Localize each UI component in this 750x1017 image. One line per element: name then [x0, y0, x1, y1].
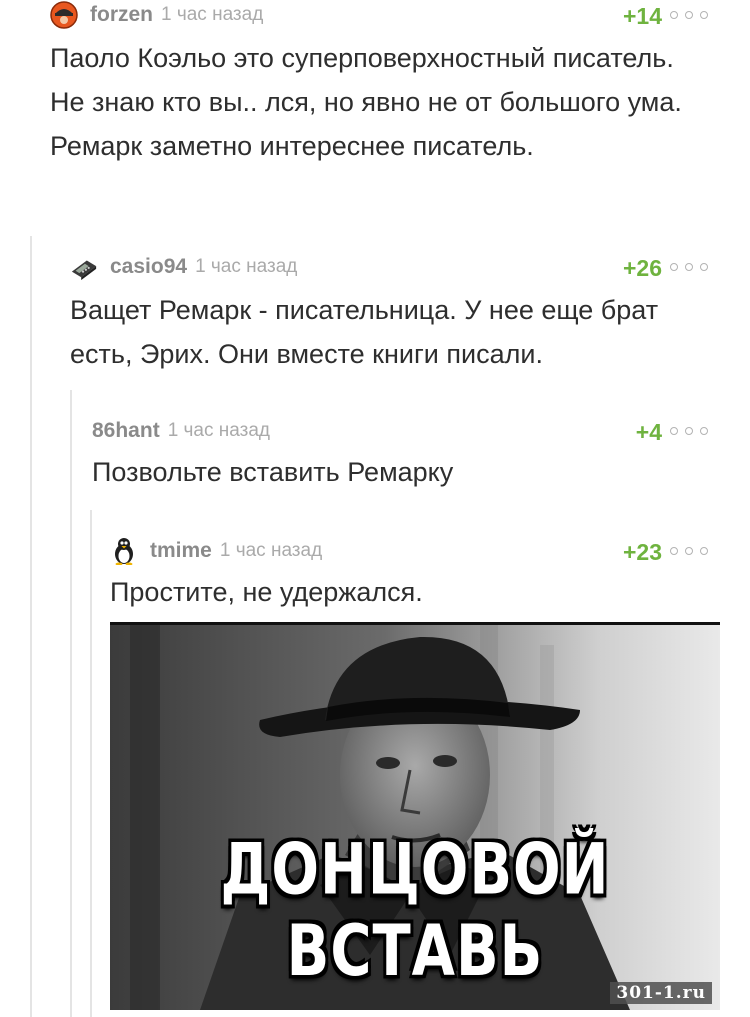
thread-line-level-2 [70, 390, 72, 1017]
watermark-logo: 301-1.ru [610, 982, 712, 1004]
more-options-icon[interactable] [670, 427, 708, 437]
meme-caption: ДОНЦОВОЙ ВСТАВЬ [220, 829, 610, 993]
more-options-icon[interactable] [670, 263, 708, 273]
more-options-icon[interactable] [670, 547, 708, 557]
penguin-avatar-icon[interactable] [110, 537, 138, 565]
comment: 86hant 1 час назад +4 Позвольте вставить… [92, 418, 708, 494]
comment-author[interactable]: casio94 [110, 255, 187, 279]
comment-time[interactable]: 1 час назад [220, 540, 322, 562]
calculator-avatar-icon[interactable] [70, 253, 98, 281]
comment-header: tmime 1 час назад +23 [110, 537, 708, 565]
attached-meme-image[interactable]: ДОНЦОВОЙ ВСТАВЬ 301-1.ru [110, 622, 720, 1010]
thread-line-level-3 [90, 510, 92, 1017]
thread-line-level-1 [30, 236, 32, 1017]
comment-header: 86hant 1 час назад +4 [92, 418, 708, 445]
comment-header: forzen 1 час назад +14 [50, 1, 708, 29]
comment-header: casio94 1 час назад +26 [70, 253, 708, 281]
more-options-icon[interactable] [670, 11, 708, 21]
comment: forzen 1 час назад +14 Паоло Коэльо это … [50, 1, 708, 168]
comment-text: Простите, не удержался. [110, 577, 423, 607]
comment-text: Паоло Коэльо это суперповерхностный писа… [50, 43, 682, 161]
comment: casio94 1 час назад +26 Ващет Ремарк - п… [70, 254, 708, 376]
comment-author[interactable]: 86hant [92, 419, 160, 443]
comment-text: Ващет Ремарк - писательница. У нее еще б… [70, 295, 659, 369]
comment-text: Позвольте вставить Ремарку [92, 457, 454, 487]
comment: tmime 1 час назад +23 Простите, не удерж… [110, 538, 708, 614]
comment-rating: +14 [622, 3, 662, 29]
comment-rating: +26 [622, 255, 662, 281]
comment-rating: +23 [622, 539, 662, 565]
comment-time[interactable]: 1 час назад [168, 420, 270, 442]
red-cap-avatar-icon[interactable] [50, 1, 78, 29]
comment-rating: +4 [635, 419, 662, 445]
comment-author[interactable]: forzen [90, 3, 153, 27]
comment-time[interactable]: 1 час назад [161, 4, 263, 26]
comment-author[interactable]: tmime [150, 539, 212, 563]
comment-time[interactable]: 1 час назад [195, 256, 297, 278]
